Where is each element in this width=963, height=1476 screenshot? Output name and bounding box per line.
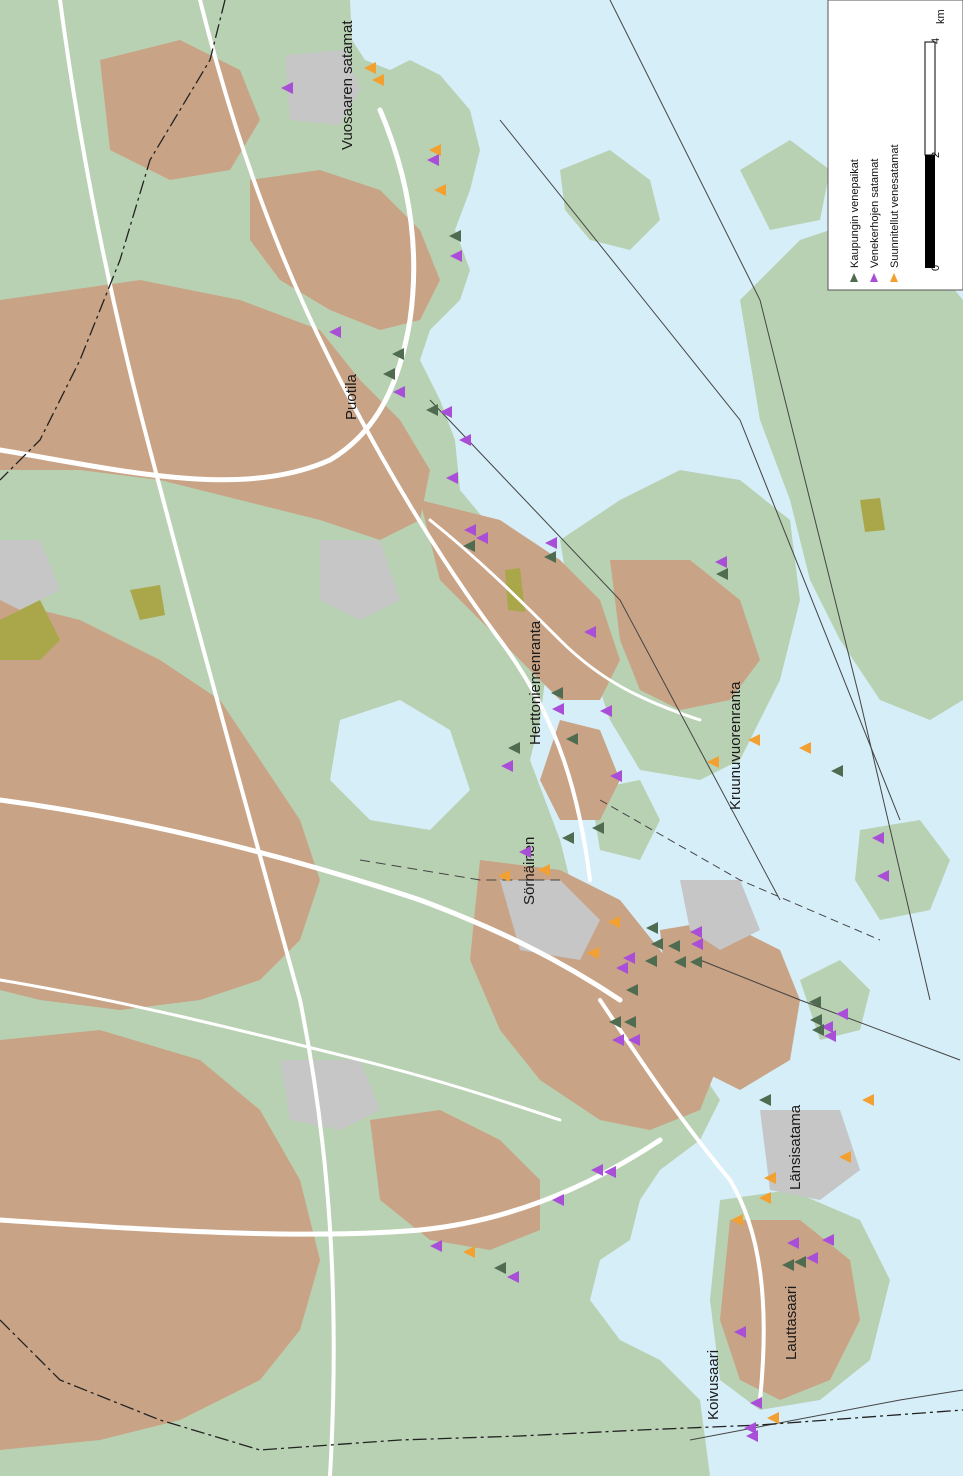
label-lauttasaari: Lauttasaari (783, 1286, 800, 1360)
label-koivusaari: Koivusaari (705, 1350, 722, 1420)
legend-label-club: Venekerhojen satamat (869, 159, 881, 268)
legend-label-city: Kaupungin venepaikat (849, 159, 861, 268)
label-vuosaaren: Vuosaaren satamat (339, 20, 356, 150)
scale-tick-4: 4 (930, 38, 942, 44)
scale-tick-0: 0 (930, 265, 942, 271)
label-puotila: Puotila (343, 373, 360, 420)
label-herttoniemenranta: Herttoniemenranta (527, 620, 544, 745)
label-kruunuvuorenranta: Kruunuvuorenranta (727, 681, 744, 810)
harbour-map: Vuosaaren satamat Puotila Herttoniemenra… (0, 0, 963, 1476)
label-lansisatama: Länsisatama (787, 1104, 804, 1190)
scale-unit: km (935, 9, 947, 24)
legend-label-planned: Suunnitellut venesatamat (889, 144, 901, 268)
legend: Kaupungin venepaikat Venekerhojen satama… (827, 0, 963, 291)
scale-tick-2: 2 (930, 152, 942, 158)
